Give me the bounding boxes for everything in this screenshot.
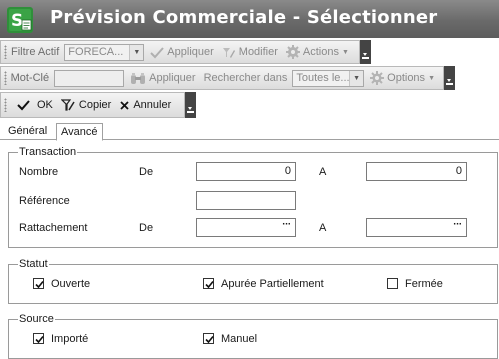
- fermee-label: Fermée: [405, 278, 443, 290]
- checkmark-icon: [17, 100, 30, 111]
- checkmark-icon: [205, 335, 214, 344]
- keyword-label: Mot-Clé: [10, 72, 50, 84]
- window-title: Prévision Commerciale - Sélectionner: [50, 7, 438, 28]
- filter-toolbar: Filtre Actif FORECA... ▼ Appliquer Modif…: [0, 40, 360, 64]
- importe-checkbox[interactable]: [33, 333, 44, 344]
- search-in-select-value: Toutes le...: [296, 72, 350, 84]
- search-apply-button[interactable]: Appliquer: [130, 72, 196, 85]
- options-menu-label: Options: [387, 72, 426, 84]
- tab-advanced[interactable]: Avancé: [56, 123, 103, 141]
- filter-select-value: FORECA...: [68, 46, 124, 58]
- actions-menu-button[interactable]: Actions ▼: [285, 45, 349, 59]
- ok-label: OK: [37, 99, 53, 111]
- rattachement-a-field[interactable]: ···: [366, 218, 467, 237]
- source-group-title: Source: [18, 312, 55, 326]
- nombre-label: Nombre: [19, 166, 59, 178]
- apply-filter-icon: [150, 46, 165, 58]
- search-apply-label: Appliquer: [149, 72, 196, 84]
- search-toolbar: Mot-Clé Appliquer Rechercher dans Toutes…: [0, 66, 444, 90]
- copy-label: Copier: [78, 99, 112, 111]
- checkmark-icon: [35, 335, 44, 344]
- fermee-checkbox[interactable]: [387, 278, 398, 289]
- edit-filter-icon: [222, 47, 235, 58]
- filter-select[interactable]: FORECA... ▼: [64, 43, 145, 61]
- checkmark-icon: [205, 280, 214, 289]
- filter-apply-button[interactable]: Appliquer: [150, 46, 214, 59]
- filter-modify-label: Modifier: [238, 46, 278, 58]
- svg-text:S: S: [11, 11, 23, 31]
- importe-label: Importé: [51, 333, 89, 345]
- options-menu-button[interactable]: Options ▼: [370, 71, 435, 85]
- tab-strip: Général Avancé: [0, 121, 499, 141]
- toolbar-overflow-button[interactable]: [360, 40, 371, 64]
- close-icon: [120, 100, 129, 110]
- title-bar: S Prévision Commerciale - Sélectionner: [0, 0, 499, 38]
- filter-apply-label: Appliquer: [167, 46, 214, 58]
- copy-button[interactable]: Copier: [60, 98, 112, 112]
- toolbar-overflow-button[interactable]: [444, 66, 455, 90]
- chevron-down-icon: ▼: [428, 74, 435, 82]
- nombre-a-field[interactable]: 0: [366, 162, 467, 181]
- binoculars-icon: [131, 72, 146, 84]
- search-in-label: Rechercher dans: [203, 72, 288, 84]
- ellipsis-icon[interactable]: ···: [451, 220, 464, 233]
- rattachement-de-label: De: [139, 222, 154, 234]
- toolbar-grip-icon[interactable]: [4, 71, 7, 85]
- nombre-de-field[interactable]: 0: [196, 162, 296, 181]
- reference-label: Référence: [19, 195, 70, 207]
- cancel-label: Annuler: [133, 99, 172, 111]
- reference-field[interactable]: [196, 191, 296, 210]
- apuree-partiellement-label: Apurée Partiellement: [221, 278, 324, 290]
- chevron-down-icon: ▼: [129, 44, 144, 60]
- gear-icon: [285, 45, 300, 59]
- app-logo-icon: S: [7, 7, 33, 33]
- ouverte-label: Ouverte: [51, 278, 91, 290]
- gear-icon: [370, 71, 385, 85]
- toolbar-overflow-button[interactable]: [185, 92, 196, 118]
- rattachement-label: Rattachement: [19, 222, 88, 234]
- manuel-label: Manuel: [221, 333, 258, 345]
- statut-group-title: Statut: [18, 257, 49, 271]
- ouverte-checkbox[interactable]: [33, 278, 44, 289]
- chevron-down-icon: ▼: [341, 48, 349, 56]
- ok-button[interactable]: OK: [17, 99, 53, 111]
- nombre-a-label: A: [319, 166, 327, 178]
- ellipsis-icon[interactable]: ···: [280, 220, 293, 233]
- actions-menu-label: Actions: [302, 46, 339, 58]
- action-toolbar: OK Copier Annuler: [0, 92, 185, 118]
- checkmark-icon: [35, 280, 44, 289]
- rattachement-a-label: A: [319, 222, 327, 234]
- keyword-input[interactable]: [54, 69, 125, 87]
- tab-general[interactable]: Général: [4, 123, 51, 141]
- copy-filter-icon: [60, 98, 75, 111]
- transaction-group-title: Transaction: [18, 145, 78, 159]
- toolbar-grip-icon[interactable]: [4, 45, 7, 59]
- chevron-down-icon: ▼: [349, 70, 364, 86]
- filter-label: Filtre Actif: [11, 46, 60, 58]
- filter-modify-button[interactable]: Modifier: [222, 46, 278, 59]
- nombre-de-label: De: [139, 166, 154, 178]
- manuel-checkbox[interactable]: [203, 333, 214, 344]
- apuree-partiellement-checkbox[interactable]: [203, 278, 214, 289]
- toolbar-grip-icon[interactable]: [4, 98, 7, 112]
- rattachement-de-field[interactable]: ···: [196, 218, 296, 237]
- search-in-select[interactable]: Toutes le... ▼: [292, 69, 365, 87]
- cancel-button[interactable]: Annuler: [119, 99, 171, 111]
